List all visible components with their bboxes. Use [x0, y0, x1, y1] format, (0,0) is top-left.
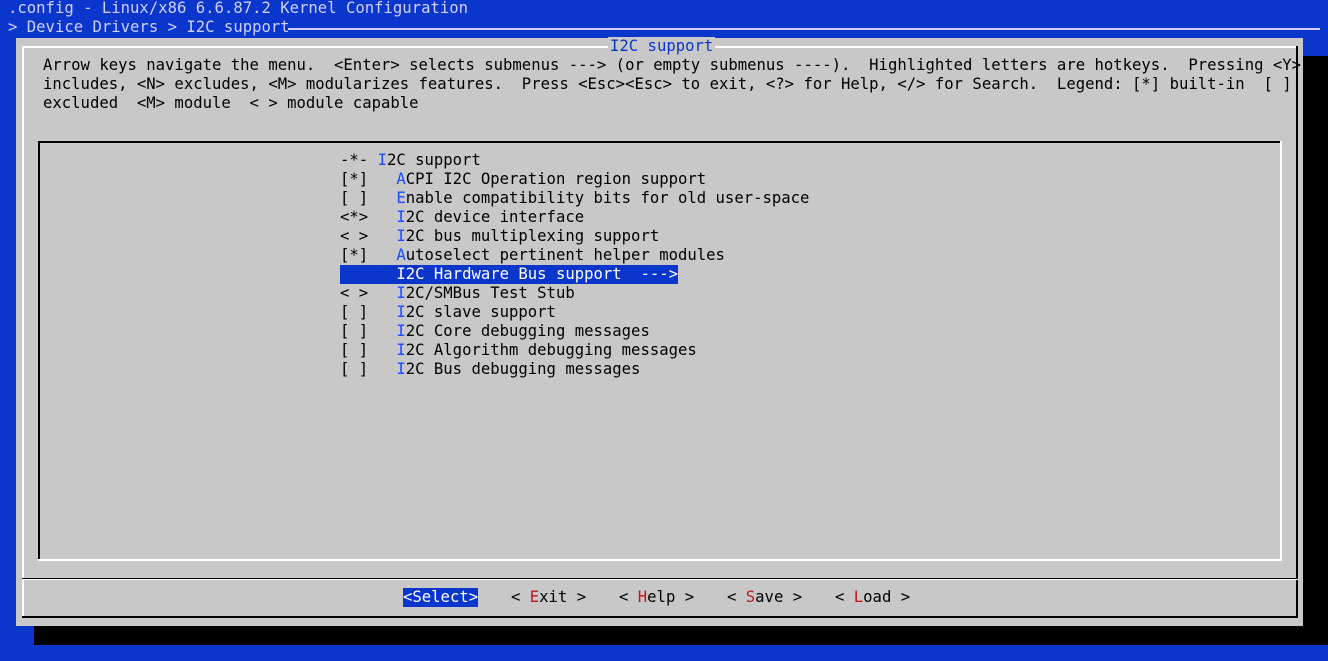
menu-item-label: 2C/SMBus Test Stub: [405, 284, 575, 302]
menu-item[interactable]: [ ] Enable compatibility bits for old us…: [340, 189, 809, 208]
menu-item-hotkey: I: [396, 227, 406, 245]
menu-item[interactable]: I2C Hardware Bus support --->: [340, 265, 678, 284]
menu-item[interactable]: < > I2C/SMBus Test Stub: [340, 284, 575, 303]
save-button[interactable]: < Save >: [727, 588, 802, 607]
menu-item-hotkey: A: [396, 246, 406, 264]
menu-item-hotkey: I: [396, 265, 406, 283]
help-button[interactable]: < Help >: [619, 588, 694, 607]
dialog-title: I2C support: [608, 37, 716, 56]
menu-item-hotkey: I: [377, 151, 387, 169]
menu-item-state: [ ]: [340, 341, 397, 359]
help-text-line-3: excluded <M> module < > module capable: [43, 94, 419, 112]
menu-item-hotkey: I: [396, 341, 406, 359]
menu-item-state: [ ]: [340, 189, 397, 207]
menu-item-state: < >: [340, 284, 397, 302]
menu-item-hotkey: I: [396, 303, 406, 321]
menu-item-hotkey: A: [396, 170, 406, 188]
exit-button[interactable]: < Exit >: [511, 588, 586, 607]
menu-item-state: [*]: [340, 170, 397, 188]
menu-item-state: -*-: [340, 151, 378, 169]
menu-item[interactable]: [ ] I2C Algorithm debugging messages: [340, 341, 697, 360]
menu-item[interactable]: <*> I2C device interface: [340, 208, 584, 227]
menu-item[interactable]: < > I2C bus multiplexing support: [340, 227, 659, 246]
load-button[interactable]: < Load >: [835, 588, 910, 607]
menu-item-state: [ ]: [340, 322, 397, 340]
menu-item-label: 2C device interface: [405, 208, 585, 226]
menu-item-state: [ ]: [340, 303, 397, 321]
window-title: .config - Linux/x86 6.6.87.2 Kernel Conf…: [8, 0, 469, 17]
menu-item-label: 2C support: [386, 151, 481, 169]
menu-item-label: 2C slave support: [405, 303, 556, 321]
help-text-line-1: Arrow keys navigate the menu. <Enter> se…: [43, 56, 1302, 74]
menu-item[interactable]: [*] ACPI I2C Operation region support: [340, 170, 706, 189]
menu-item-label: 2C Core debugging messages: [405, 322, 650, 340]
menu-item-hotkey: I: [396, 322, 406, 340]
menu-item-state: [ ]: [340, 360, 397, 378]
menu-item[interactable]: -*- I2C support: [340, 151, 481, 170]
breadcrumb: > Device Drivers > I2C support: [8, 18, 290, 36]
menu-item[interactable]: [*] Autoselect pertinent helper modules: [340, 246, 725, 265]
menu-item-hotkey: E: [396, 189, 406, 207]
menu-item-state: < >: [340, 227, 397, 245]
menu-item-state: [*]: [340, 246, 397, 264]
menu-item-label: CPI I2C Operation region support: [405, 170, 707, 188]
menu-item[interactable]: [ ] I2C Core debugging messages: [340, 322, 650, 341]
menu-item-label: utoselect pertinent helper modules: [405, 246, 725, 264]
menu-item-state: [340, 265, 396, 283]
menu-item[interactable]: [ ] I2C Bus debugging messages: [340, 360, 640, 379]
menu-item-state: <*>: [340, 208, 397, 226]
menu-item-label: 2C bus multiplexing support: [405, 227, 660, 245]
menu-item-label: 2C Hardware Bus support --->: [405, 265, 678, 283]
menu-item-hotkey: I: [396, 284, 406, 302]
menu-item[interactable]: [ ] I2C slave support: [340, 303, 556, 322]
menu-item-label: 2C Algorithm debugging messages: [405, 341, 697, 359]
menu-item-hotkey: I: [396, 360, 406, 378]
menu-item-hotkey: I: [396, 208, 406, 226]
breadcrumb-rule: [288, 28, 1320, 30]
help-text-line-2: includes, <N> excludes, <M> modularizes …: [43, 75, 1292, 93]
menu-item-label: nable compatibility bits for old user-sp…: [405, 189, 810, 207]
select-button[interactable]: <Select>: [403, 588, 479, 607]
menu-item-label: 2C Bus debugging messages: [405, 360, 641, 378]
